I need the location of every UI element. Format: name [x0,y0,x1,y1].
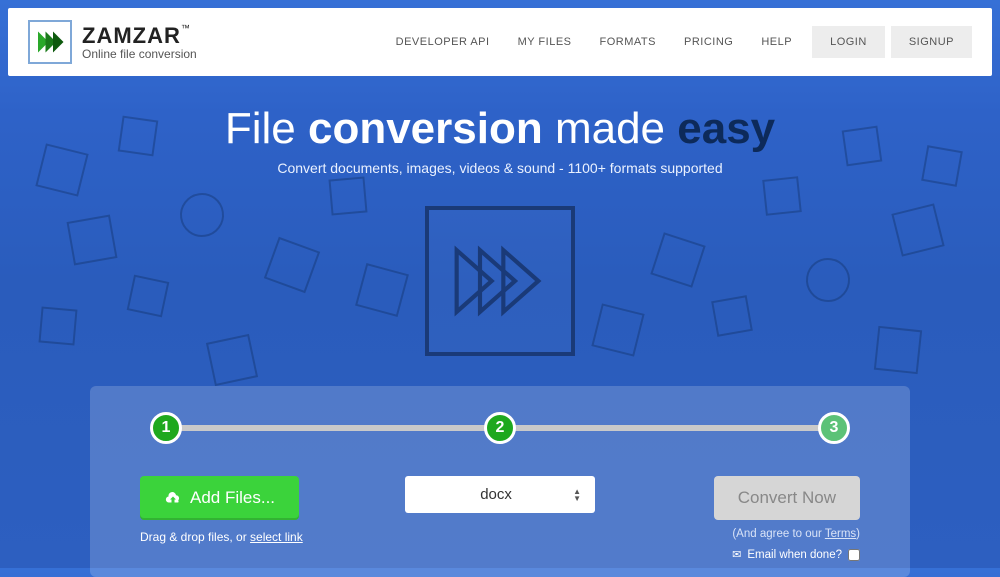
step-3: 3 [818,412,850,444]
converter-panel: 1 2 3 Add Files... Drag & drop files, or… [90,386,910,577]
add-files-button[interactable]: Add Files... [140,476,299,520]
logo[interactable]: ZAMZAR™ Online file conversion [28,20,197,64]
top-nav: ZAMZAR™ Online file conversion DEVELOPER… [8,8,992,76]
step-indicator: 1 2 3 [150,412,850,444]
convert-button[interactable]: Convert Now [714,476,860,520]
email-when-done: ✉ Email when done? [660,548,860,561]
step-2: 2 [484,412,516,444]
format-value: docx [419,486,573,503]
terms-link[interactable]: Terms [825,528,856,540]
chevron-updown-icon: ▲▼ [573,488,581,502]
nav-pricing[interactable]: PRICING [670,28,747,56]
nav-formats[interactable]: FORMATS [586,28,670,56]
brand-tagline: Online file conversion [82,47,197,61]
brand-name: ZAMZAR™ [82,23,197,49]
terms-note: (And agree to our Terms) [660,528,860,540]
hero: File conversion made easy Convert docume… [0,84,1000,186]
hero-subtitle: Convert documents, images, videos & soun… [0,160,1000,176]
upload-cloud-icon [164,489,182,507]
hero-icon [0,206,1000,356]
email-checkbox[interactable] [848,549,860,561]
select-link[interactable]: select link [250,530,303,544]
mail-icon: ✉ [732,548,741,561]
drag-drop-hint: Drag & drop files, or select link [140,530,340,544]
format-select[interactable]: docx ▲▼ [405,476,595,513]
nav-help[interactable]: HELP [747,28,806,56]
hero-title: File conversion made easy [0,104,1000,154]
logo-icon [28,20,72,64]
nav-developer-api[interactable]: DEVELOPER API [382,28,504,56]
signup-button[interactable]: SIGNUP [891,26,972,58]
login-button[interactable]: LOGIN [812,26,885,58]
nav-my-files[interactable]: MY FILES [504,28,586,56]
step-1: 1 [150,412,182,444]
